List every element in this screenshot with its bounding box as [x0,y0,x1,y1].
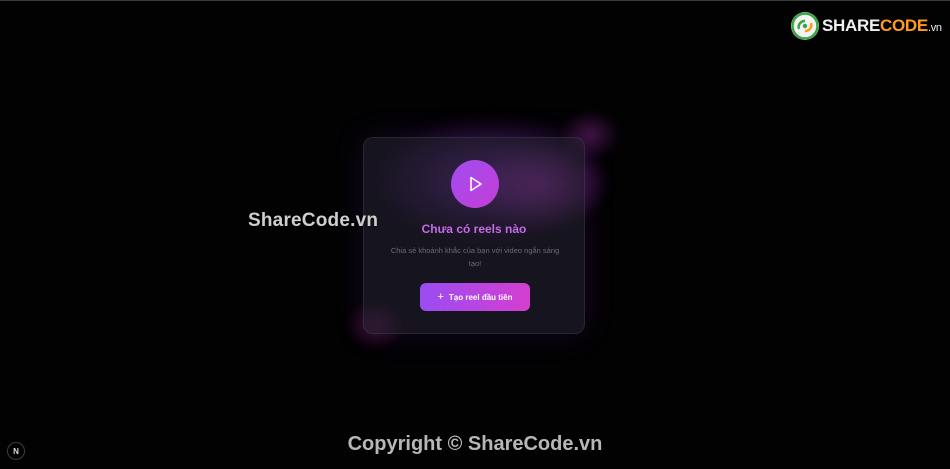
logo-suffix-text: .vn [927,22,942,34]
play-icon [451,160,499,208]
dev-badge-label: N [13,446,19,456]
logo-share-text: SHARE [822,16,881,35]
create-first-reel-button[interactable]: + Tạo reel đầu tiên [420,283,530,311]
empty-state-description: Chia sẻ khoảnh khắc của bạn với video ng… [390,246,560,268]
play-triangle-icon [470,176,482,192]
plus-icon: + [437,290,444,303]
create-first-reel-label: Tạo reel đầu tiên [448,292,513,302]
watermark-center: ShareCode.vn [248,210,379,231]
dev-tools-badge[interactable]: N [7,442,25,460]
top-border [0,0,950,1]
sharecode-logo-text: SHARECODE.vn [822,16,942,36]
watermark-copyright: Copyright © ShareCode.vn [347,433,603,455]
app-page: SHARECODE.vn Chưa có reels nào Chia sẻ k… [0,0,950,469]
sharecode-logo-icon [791,12,819,40]
empty-state-title: Chưa có reels nào [421,222,527,236]
empty-reels-card: Chưa có reels nào Chia sẻ khoảnh khắc củ… [363,137,585,334]
sharecode-logo: SHARECODE.vn [790,10,945,42]
logo-code-text: CODE [880,16,928,35]
